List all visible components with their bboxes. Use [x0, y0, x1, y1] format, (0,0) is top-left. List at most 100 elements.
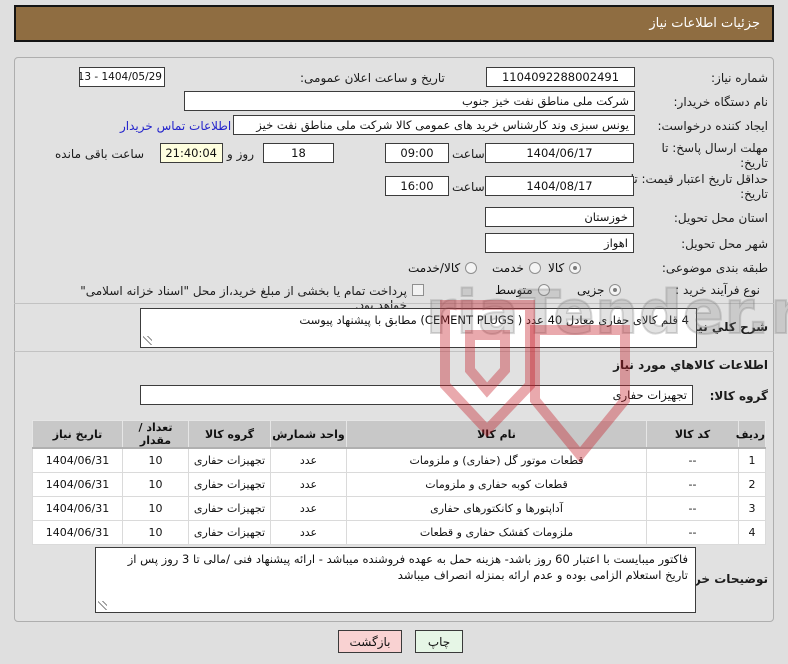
- table-row: 2 -- قطعات کوبه حفاری و ملزومات عدد تجهی…: [32, 471, 766, 497]
- buyer-notes-textarea[interactable]: فاکتور میبایست با اعتبار 60 روز باشد- هز…: [95, 547, 696, 613]
- cell-item-code: --: [646, 495, 739, 521]
- cell-row-number: 4: [738, 519, 766, 545]
- buyer-notes-text: فاکتور میبایست با اعتبار 60 روز باشد- هز…: [127, 552, 688, 582]
- radio-selected-icon[interactable]: [569, 262, 582, 274]
- classification-option-goods-service[interactable]: کالا/خدمت: [408, 261, 478, 275]
- cell-quantity: 10: [122, 471, 189, 497]
- table-row: 4 -- ملزومات کفشک حفاری و قطعات عدد تجهی…: [32, 519, 766, 545]
- process-type-option-medium[interactable]: متوسط: [495, 283, 550, 297]
- radio-icon[interactable]: [465, 262, 478, 274]
- buyer-contact-link[interactable]: اطلاعات تماس خریدار: [120, 119, 231, 133]
- classification-label: طبقه بندی موضوعی:: [661, 261, 768, 275]
- reply-deadline-time-field[interactable]: 09:00: [385, 143, 449, 163]
- goods-table-header-row: ردیف کد کالا نام کالا واحد شمارش گروه کا…: [32, 420, 766, 449]
- city-field[interactable]: اهواز: [485, 233, 634, 253]
- remaining-days-field[interactable]: 18: [263, 143, 334, 163]
- cell-quantity: 10: [122, 519, 189, 545]
- section-divider: [14, 351, 774, 352]
- radio-label: جزیی: [577, 283, 605, 297]
- remaining-days-label: روز و: [227, 147, 254, 161]
- back-button[interactable]: بازگشت: [338, 630, 402, 653]
- col-header-item-name: نام کالا: [346, 420, 647, 449]
- cell-group: تجهیزات حفاری: [188, 519, 271, 545]
- classification-option-goods[interactable]: کالا: [548, 261, 582, 275]
- description-text: 4 قلم کالای حفاری معادل 40 عدد ( CEMENT …: [299, 313, 689, 327]
- print-button[interactable]: چاپ: [415, 630, 463, 653]
- goods-section-heading: اطلاعات کالاهاي مورد نیاز: [613, 358, 768, 372]
- cell-need-date: 1404/06/31: [32, 519, 123, 545]
- cell-need-date: 1404/06/31: [32, 447, 123, 473]
- section-divider: [14, 303, 774, 304]
- cell-quantity: 10: [122, 447, 189, 473]
- table-row: 3 -- آداپتورها و کانکتورهای حفاری عدد تج…: [32, 495, 766, 521]
- page-title: جزئیات اطلاعات نیاز: [649, 16, 760, 31]
- cell-quantity: 10: [122, 495, 189, 521]
- cell-row-number: 3: [738, 495, 766, 521]
- classification-option-service[interactable]: خدمت: [492, 261, 541, 275]
- cell-unit: عدد: [270, 495, 347, 521]
- radio-label: کالا: [548, 261, 565, 275]
- cell-item-name: ملزومات کفشک حفاری و قطعات: [346, 519, 647, 545]
- radio-label: متوسط: [495, 283, 533, 297]
- announce-label: تاریخ و ساعت اعلان عمومی:: [300, 71, 445, 85]
- col-header-quantity: تعداد / مقدار: [122, 420, 189, 449]
- reply-deadline-hour-label: ساعت: [452, 147, 485, 161]
- process-type-label: نوع فرآیند خرید :: [675, 283, 760, 297]
- cell-need-date: 1404/06/31: [32, 495, 123, 521]
- reply-deadline-date-field[interactable]: 1404/06/17: [485, 143, 634, 163]
- need-details-page: جزئیات اطلاعات نیاز شماره نیاز: 11040922…: [0, 0, 788, 664]
- price-validity-hour-label: ساعت: [452, 180, 485, 194]
- radio-icon[interactable]: [537, 284, 550, 296]
- radio-selected-icon[interactable]: [609, 284, 622, 296]
- radio-label: کالا/خدمت: [408, 261, 461, 275]
- buyer-org-label: نام دستگاه خریدار:: [673, 95, 769, 109]
- remaining-hours-label: ساعت باقی مانده: [55, 147, 145, 161]
- need-number-field[interactable]: 1104092288002491: [486, 67, 635, 87]
- cell-item-name: قطعات موتور گل (حفاری) و ملزومات: [346, 447, 647, 473]
- cell-item-code: --: [646, 519, 739, 545]
- remaining-time-field: 21:40:04: [160, 143, 223, 163]
- process-type-option-minor[interactable]: جزیی: [577, 283, 622, 297]
- reply-deadline-label: مهلت ارسال پاسخ: تا تاریخ:: [661, 141, 768, 170]
- buyer-org-field[interactable]: شرکت ملی مناطق نفت خیز جنوب: [184, 91, 635, 111]
- cell-unit: عدد: [270, 519, 347, 545]
- cell-group: تجهیزات حفاری: [188, 495, 271, 521]
- title-bar: جزئیات اطلاعات نیاز: [14, 5, 774, 42]
- announce-datetime-field[interactable]: 1404/05/29 - 10:13: [79, 67, 165, 87]
- creator-field[interactable]: یونس سبزی وند کارشناس خرید های عمومی کال…: [233, 115, 635, 135]
- cell-group: تجهیزات حفاری: [188, 471, 271, 497]
- cell-need-date: 1404/06/31: [32, 471, 123, 497]
- province-field[interactable]: خوزستان: [485, 207, 634, 227]
- radio-label: خدمت: [492, 261, 524, 275]
- col-header-unit: واحد شمارش: [270, 420, 347, 449]
- treasury-checkbox[interactable]: [412, 284, 424, 296]
- cell-item-name: قطعات کوبه حفاری و ملزومات: [346, 471, 647, 497]
- goods-group-label: گروه کالا:: [709, 389, 768, 403]
- table-row: 1 -- قطعات موتور گل (حفاری) و ملزومات عد…: [32, 447, 766, 473]
- cell-item-name: آداپتورها و کانکتورهای حفاری: [346, 495, 647, 521]
- city-label: شهر محل تحویل:: [681, 237, 768, 251]
- resize-grip-icon[interactable]: [143, 336, 152, 345]
- creator-label: ایجاد کننده درخواست:: [657, 119, 768, 133]
- col-header-row-number: ردیف: [736, 420, 766, 449]
- cell-unit: عدد: [270, 471, 347, 497]
- cell-unit: عدد: [270, 447, 347, 473]
- col-header-item-code: کد کالا: [646, 420, 739, 449]
- col-header-group: گروه کالا: [188, 420, 271, 449]
- province-label: استان محل تحویل:: [673, 211, 768, 225]
- radio-icon[interactable]: [528, 262, 541, 274]
- resize-grip-icon[interactable]: [98, 601, 107, 610]
- cell-group: تجهیزات حفاری: [188, 447, 271, 473]
- price-validity-label: حداقل تاریخ اعتبار قیمت: تا تاریخ:: [630, 172, 768, 201]
- cell-row-number: 2: [738, 471, 766, 497]
- cell-row-number: 1: [738, 447, 766, 473]
- need-number-label: شماره نیاز:: [711, 71, 768, 85]
- cell-item-code: --: [646, 447, 739, 473]
- cell-item-code: --: [646, 471, 739, 497]
- price-validity-date-field[interactable]: 1404/08/17: [485, 176, 634, 196]
- price-validity-time-field[interactable]: 16:00: [385, 176, 449, 196]
- goods-table: ردیف کد کالا نام کالا واحد شمارش گروه کا…: [32, 420, 766, 545]
- description-textarea[interactable]: 4 قلم کالای حفاری معادل 40 عدد ( CEMENT …: [140, 308, 697, 348]
- col-header-need-date: تاریخ نیاز: [32, 420, 123, 449]
- goods-group-field[interactable]: تجهیزات حفاری: [140, 385, 693, 405]
